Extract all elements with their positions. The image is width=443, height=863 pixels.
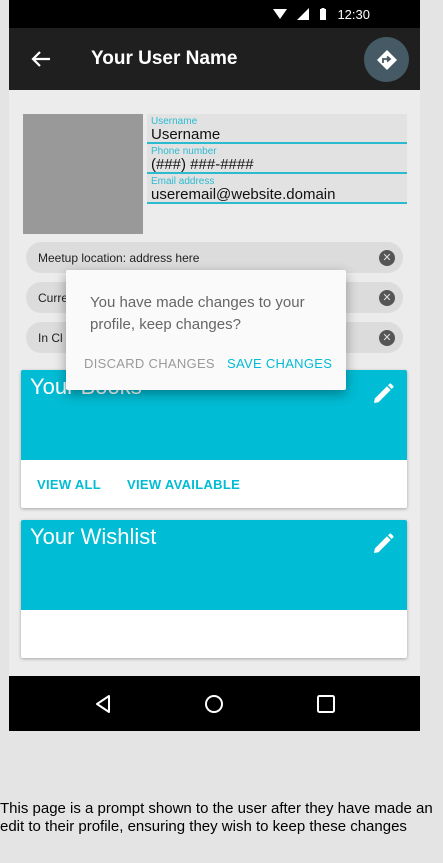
- discard-changes-button[interactable]: DISCARD CHANGES: [84, 356, 215, 371]
- nav-recents-button[interactable]: [306, 684, 346, 724]
- screen-caption: This page is a prompt shown to the user …: [0, 800, 433, 835]
- status-bar: 12:30: [9, 0, 420, 28]
- system-nav-bar: [9, 676, 420, 731]
- nav-home-button[interactable]: [194, 684, 234, 724]
- chip-label: Curre: [38, 290, 69, 305]
- app-title: Your User Name: [91, 48, 238, 69]
- directions-button[interactable]: [364, 37, 409, 82]
- cell-signal-icon: [297, 8, 310, 20]
- phone-field[interactable]: Phone number (###) ###-####: [147, 144, 407, 174]
- back-button[interactable]: [9, 28, 73, 90]
- triangle-back-icon: [95, 694, 110, 713]
- pencil-icon[interactable]: [371, 382, 395, 406]
- wishlist-card-header: Your Wishlist: [21, 520, 407, 610]
- chip-label: Meetup location: address here: [38, 250, 200, 265]
- battery-icon: [320, 8, 327, 20]
- wishlist-card: Your Wishlist: [21, 520, 407, 658]
- keep-changes-dialog: You have made changes to your profile, k…: [66, 270, 346, 390]
- phone-value: (###) ###-####: [151, 156, 254, 173]
- chip-label: In Cl: [38, 330, 63, 345]
- avatar[interactable]: [23, 114, 143, 234]
- email-value: useremail@website.domain: [151, 186, 336, 203]
- arrow-left-icon: [31, 51, 50, 67]
- chip-meetup-location[interactable]: Meetup location: address here ✕: [26, 242, 403, 273]
- dialog-message: You have made changes to your profile, k…: [90, 294, 305, 333]
- view-available-link[interactable]: VIEW AVAILABLE: [127, 477, 240, 492]
- status-time: 12:30: [337, 6, 370, 22]
- username-field[interactable]: Username Username: [147, 114, 407, 144]
- close-circle-icon[interactable]: ✕: [379, 330, 395, 346]
- books-card-actions: VIEW ALL VIEW AVAILABLE: [21, 460, 407, 508]
- directions-icon: [376, 49, 397, 70]
- wifi-icon: [273, 9, 288, 19]
- save-changes-button[interactable]: SAVE CHANGES: [227, 356, 332, 371]
- phone-screen: 12:30 Your User Name Username Username P…: [9, 0, 420, 731]
- circle-home-icon: [205, 694, 224, 713]
- view-all-link[interactable]: VIEW ALL: [37, 477, 101, 492]
- pencil-icon[interactable]: [371, 532, 395, 556]
- close-circle-icon[interactable]: ✕: [379, 290, 395, 306]
- books-card: Your Books VIEW ALL VIEW AVAILABLE: [21, 370, 407, 508]
- nav-back-button[interactable]: [83, 684, 123, 724]
- square-recents-icon: [317, 694, 336, 713]
- app-bar: Your User Name: [9, 28, 420, 90]
- close-circle-icon[interactable]: ✕: [379, 250, 395, 266]
- email-field[interactable]: Email address useremail@website.domain: [147, 174, 407, 204]
- wishlist-card-title: Your Wishlist: [30, 524, 157, 549]
- username-value: Username: [151, 126, 221, 143]
